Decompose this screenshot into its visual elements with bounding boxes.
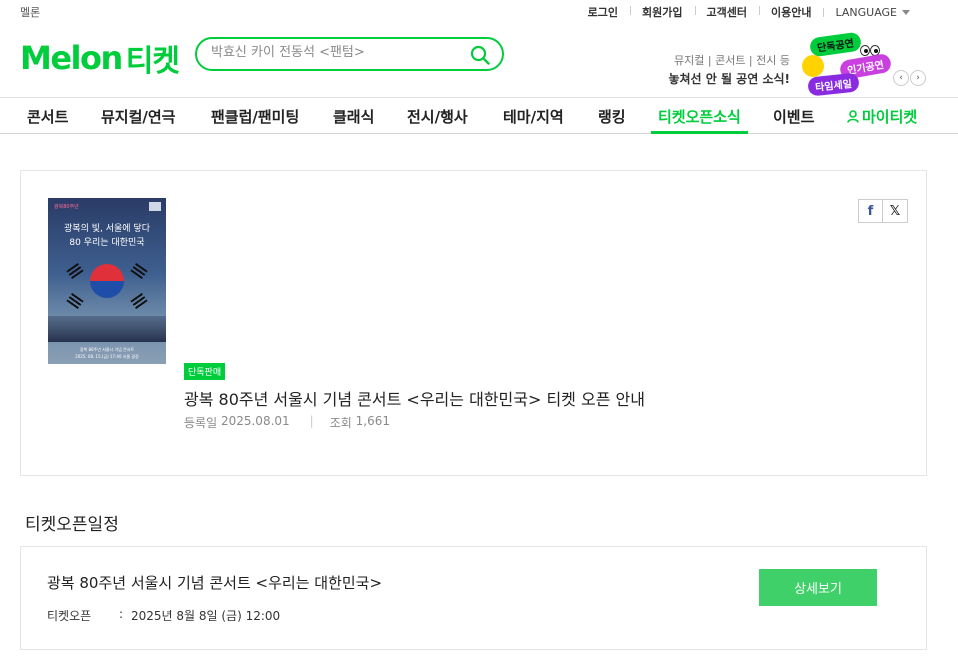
promo-line-1: 뮤지컬 | 콘서트 | 전시 등 (674, 54, 790, 67)
ticket-open-datetime: 2025년 8월 8일 (금) 12:00 (131, 609, 281, 623)
share-buttons: f 𝕏 (858, 199, 908, 223)
melon-home-link[interactable]: 멜론 (20, 4, 40, 20)
nav-item-concert[interactable]: 콘서트 (27, 106, 68, 127)
utility-bar: 멜론 로그인 회원가입 고객센터 이용안내 LANGUAGE (0, 0, 958, 22)
ticket-open-label: 티켓오픈 (47, 609, 92, 623)
nav-item-event[interactable]: 이벤트 (773, 106, 814, 127)
poster-title: 광복의 빛, 서울에 닿다 80 우리는 대한민국 (48, 222, 166, 250)
badge-timesale: 타임세일 (807, 72, 860, 97)
poster-foot-line-1: 광복 80주년 서울시 기념 콘서트 (79, 347, 135, 352)
prev-arrow-icon[interactable]: ‹ (893, 70, 909, 86)
view-count: 1,661 (355, 414, 390, 428)
date-label: 등록일 (184, 416, 218, 430)
promo-line-2: 놓쳐선 안 될 공연 소식! (668, 72, 790, 86)
x-twitter-icon[interactable]: 𝕏 (883, 199, 908, 223)
nav-item-musical[interactable]: 뮤지컬/연극 (101, 106, 175, 127)
logo-ticket-text: 티켓 (125, 44, 180, 79)
eyes-icon (860, 41, 882, 56)
notice-meta: 등록일 2025.08.01 | 조회 1,661 (184, 414, 390, 431)
badge-exclusive: 단독공연 (808, 31, 862, 58)
poster-cityscape (48, 316, 166, 342)
trigram-icon (66, 292, 84, 310)
utility-links: 로그인 회원가입 고객센터 이용안내 LANGUAGE (576, 4, 922, 20)
language-label: LANGUAGE (835, 5, 897, 19)
melon-ticket-logo[interactable]: Melon 티켓 (20, 36, 180, 80)
logo-melon-text: Melon (20, 39, 123, 77)
nav-item-classic[interactable]: 클래식 (333, 106, 374, 127)
signup-link[interactable]: 회원가입 (630, 4, 694, 20)
user-icon (847, 110, 859, 123)
poster-footer: 광복 80주년 서울시 기념 콘서트 2025. 08. 15.(금) 17:4… (48, 346, 166, 360)
notice-title[interactable]: 광복 80주년 서울시 기념 콘서트 <우리는 대한민국> 티켓 오픈 안내 (184, 386, 645, 410)
views-label: 조회 (329, 416, 352, 430)
facebook-icon[interactable]: f (858, 199, 883, 223)
trigram-icon (130, 262, 148, 280)
label-colon: : (119, 607, 124, 621)
poster-title-line-2: 80 우리는 대한민국 (69, 238, 145, 248)
promo-badges[interactable]: 단독공연 인기공연 타임세일 (800, 31, 893, 97)
nav-item-ranking[interactable]: 랭킹 (598, 106, 626, 127)
exclusive-sale-badge: 단독판매 (184, 363, 226, 380)
poster-foot-line-2: 2025. 08. 15.(금) 17:40 서울 광장 (75, 354, 139, 359)
nav-item-fanclub[interactable]: 팬클럽/팬미팅 (211, 106, 299, 127)
trigram-icon (130, 292, 148, 310)
notice-card: 광복80주년 광복의 빛, 서울에 닿다 80 우리는 대한민국 광복 80주년… (20, 170, 927, 476)
nav-item-theme[interactable]: 테마/지역 (503, 106, 564, 127)
active-tab-indicator (651, 131, 748, 134)
taegeuk-symbol (90, 264, 124, 298)
schedule-heading: 티켓오픈일정 (25, 515, 119, 535)
language-selector[interactable]: LANGUAGE (823, 6, 922, 19)
concert-poster[interactable]: 광복80주년 광복의 빛, 서울에 닿다 80 우리는 대한민국 광복 80주년… (48, 198, 166, 364)
search-box (195, 37, 504, 71)
search-input[interactable] (211, 45, 461, 60)
schedule-card: 광복 80주년 서울시 기념 콘서트 <우리는 대한민국> 티켓오픈 : 202… (20, 546, 927, 650)
trigram-icon (66, 262, 84, 280)
nav-item-exhibition[interactable]: 전시/행사 (407, 106, 468, 127)
promo-pager: ‹ › (893, 70, 927, 86)
nav-item-my-ticket[interactable]: 마이티켓 (847, 106, 917, 127)
customer-center-link[interactable]: 고객센터 (694, 4, 759, 20)
next-arrow-icon[interactable]: › (910, 70, 926, 86)
my-ticket-label: 마이티켓 (862, 108, 918, 126)
promo-banner-text[interactable]: 뮤지컬 | 콘서트 | 전시 등 놓쳐선 안 될 공연 소식! (668, 52, 790, 87)
search-icon[interactable] (470, 45, 490, 65)
nav-item-ticket-open[interactable]: 티켓오픈소식 (658, 106, 741, 127)
meta-divider: | (309, 414, 314, 428)
caret-down-icon (902, 9, 910, 15)
usage-guide-link[interactable]: 이용안내 (759, 4, 823, 20)
main-nav: 콘서트 뮤지컬/연극 팬클럽/팬미팅 클래식 전시/행사 테마/지역 랭킹 티켓… (0, 97, 958, 134)
login-link[interactable]: 로그인 (576, 4, 630, 20)
poster-logo (149, 202, 161, 211)
schedule-title: 광복 80주년 서울시 기념 콘서트 <우리는 대한민국> (47, 574, 383, 592)
register-date: 2025.08.01 (220, 414, 290, 428)
poster-tag: 광복80주년 (54, 204, 79, 210)
poster-title-line-1: 광복의 빛, 서울에 닿다 (64, 224, 150, 234)
detail-view-button[interactable]: 상세보기 (759, 569, 877, 606)
smile-face-icon (802, 55, 824, 77)
